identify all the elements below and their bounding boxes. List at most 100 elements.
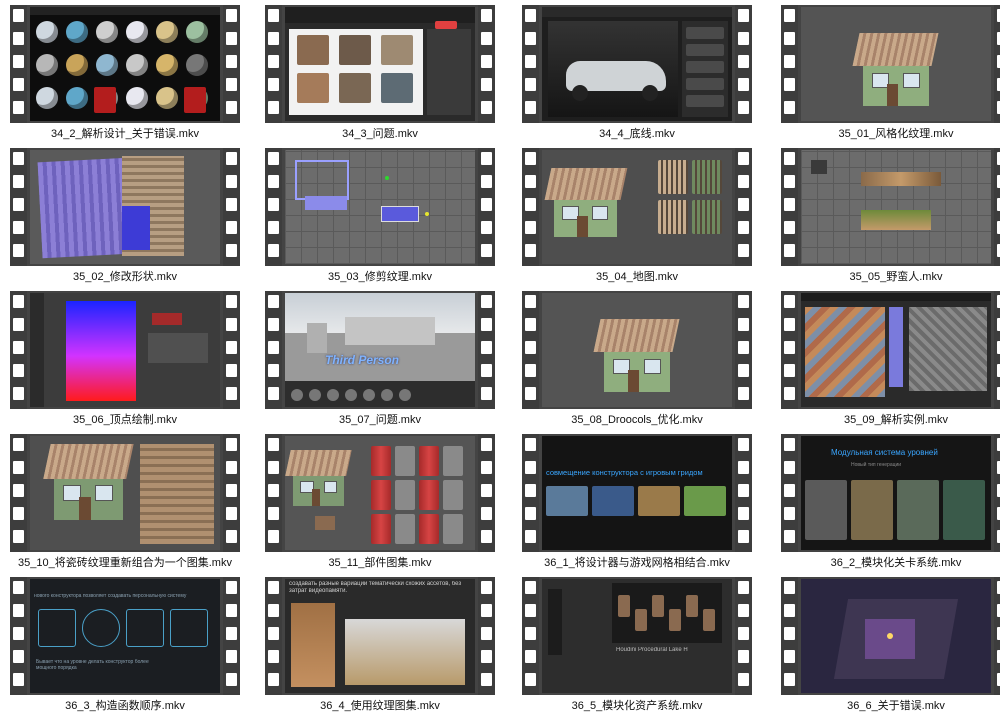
video-thumbnail[interactable]: 35_09_解析实例.mkv — [781, 291, 1000, 431]
film-strip-right — [735, 434, 752, 552]
sprocket-hole — [226, 530, 237, 543]
thumbnail-image — [801, 293, 991, 407]
sprocket-hole — [13, 604, 24, 617]
wood-atlas — [140, 444, 214, 544]
video-thumbnail[interactable]: 35_03_修剪纹理.mkv — [265, 148, 495, 288]
video-thumbnail[interactable]: 35_06_顶点绘制.mkv — [10, 291, 240, 431]
item-icon — [186, 54, 208, 76]
item-icon — [126, 87, 148, 109]
house-door — [887, 83, 899, 106]
video-thumbnail[interactable]: 35_05_野蛮人.mkv — [781, 148, 1000, 288]
sign-texture — [443, 446, 463, 476]
video-thumbnail[interactable]: 36_6_关于错误.mkv — [781, 577, 1000, 717]
house-roof — [593, 319, 681, 352]
sprocket-hole — [226, 244, 237, 257]
sprocket-hole — [525, 581, 536, 594]
item-icon — [66, 21, 88, 43]
sprocket-hole — [226, 341, 237, 354]
film-strip-right — [735, 291, 752, 409]
sprocket-hole — [481, 507, 492, 520]
sprocket-hole — [784, 461, 795, 474]
browser-header — [542, 7, 732, 17]
sprocket-hole — [525, 341, 536, 354]
film-strip-right — [994, 434, 1000, 552]
game-screenshot — [592, 486, 634, 516]
film-strip-left — [10, 148, 27, 266]
video-thumbnail[interactable]: Third Person 35_07_问题.mkv — [265, 291, 495, 431]
sprocket-hole — [784, 101, 795, 114]
subscribe-badge — [435, 21, 457, 29]
thumbnail-image: нового конструктора позволяет создавать … — [30, 579, 220, 693]
film-strip-right — [994, 291, 1000, 409]
film-strip-right — [735, 577, 752, 695]
sprocket-hole — [738, 364, 749, 377]
game-screenshot — [684, 486, 726, 516]
film-frame — [781, 577, 1000, 695]
sign-texture — [443, 480, 463, 510]
sprocket-hole — [525, 244, 536, 257]
house-roof — [43, 444, 134, 479]
item-icon — [156, 54, 178, 76]
video-thumbnail[interactable]: 35_04_地图.mkv — [522, 148, 752, 288]
asset-preview — [381, 73, 413, 103]
video-thumbnail[interactable]: 35_02_修改形状.mkv — [10, 148, 240, 288]
sprocket-hole — [268, 507, 279, 520]
film-frame: нового конструктора позволяет создавать … — [10, 577, 240, 695]
film-frame — [265, 434, 495, 552]
video-thumbnail[interactable]: нового конструктора позволяет создавать … — [10, 577, 240, 717]
sign-texture — [395, 480, 415, 510]
sprocket-hole — [738, 318, 749, 331]
sprocket-hole — [481, 78, 492, 91]
slide-title: совмещение конструктора с игровым гридом — [546, 468, 703, 477]
video-thumbnail[interactable]: 35_11_部件图集.mkv — [265, 434, 495, 574]
video-thumbnail[interactable]: 35_01_风格化纹理.mkv — [781, 5, 1000, 145]
video-thumbnail[interactable]: 35_08_Droocols_优化.mkv — [522, 291, 752, 431]
sprocket-hole — [481, 627, 492, 640]
film-frame: Third Person — [265, 291, 495, 409]
video-thumbnail[interactable]: Houdini Procedural Lake H 36_5_模块化资产系统.mk… — [522, 577, 752, 717]
uv-strip — [889, 307, 903, 387]
blueprint-piece — [170, 609, 208, 647]
barrel — [371, 446, 391, 476]
sprocket-hole — [13, 295, 24, 308]
film-strip-left — [781, 5, 798, 123]
sprocket-hole — [481, 461, 492, 474]
film-strip-right — [994, 577, 1000, 695]
video-thumbnail[interactable]: 34_3_问题.mkv — [265, 5, 495, 145]
house-door — [628, 369, 640, 392]
film-frame — [522, 148, 752, 266]
sprocket-hole — [738, 175, 749, 188]
sprocket-hole — [268, 55, 279, 68]
film-strip-right — [223, 577, 240, 695]
related-item — [686, 27, 724, 39]
sprocket-hole — [481, 364, 492, 377]
item-icon — [156, 21, 178, 43]
thumbnail-image — [30, 7, 220, 121]
sprocket-hole — [226, 175, 237, 188]
blueprint-piece — [38, 609, 76, 647]
thumbnail-image: Third Person — [285, 293, 475, 407]
asset-preview — [339, 73, 371, 103]
file-name-label: 35_11_部件图集.mkv — [328, 557, 432, 569]
sprocket-hole — [13, 673, 24, 686]
video-thumbnail[interactable]: 34_4_底线.mkv — [522, 5, 752, 145]
sprocket-hole — [525, 507, 536, 520]
video-thumbnail[interactable]: совмещение конструктора с игровым гридом… — [522, 434, 752, 574]
house-roof — [544, 168, 627, 200]
tool-sidebar — [30, 293, 44, 407]
video-thumbnail[interactable]: 34_2_解析设计_关于错误.mkv — [10, 5, 240, 145]
video-thumbnail[interactable]: Модульная система уровней Новый тип генер… — [781, 434, 1000, 574]
sprocket-hole — [481, 318, 492, 331]
sprocket-hole — [738, 341, 749, 354]
slide-caption: Houdini Procedural Lake H — [616, 647, 688, 653]
sprocket-hole — [525, 295, 536, 308]
video-thumbnail[interactable]: создавать разные вариации тематически сх… — [265, 577, 495, 717]
item-icon — [66, 87, 88, 109]
sprocket-hole — [481, 438, 492, 451]
app-toolbar — [801, 293, 991, 301]
film-frame — [265, 5, 495, 123]
film-strip-left — [522, 577, 539, 695]
film-strip-right — [735, 5, 752, 123]
video-thumbnail[interactable]: 35_10_将瓷砖纹理重新组合为一个图集.mkv — [10, 434, 240, 574]
sprocket-hole — [481, 152, 492, 165]
